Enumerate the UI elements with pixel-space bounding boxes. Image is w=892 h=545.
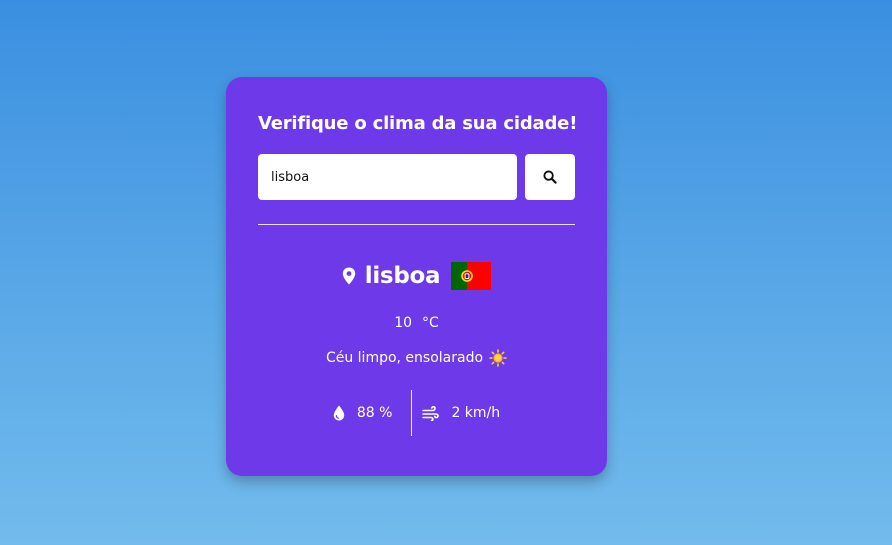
city-header: lisboa <box>226 261 607 291</box>
sun-icon <box>489 349 507 367</box>
map-pin-icon <box>342 267 356 285</box>
wind: 2 km/h <box>412 405 500 421</box>
temperature-unit: °C <box>422 315 439 331</box>
card-title: Verifique o clima da sua cidade! <box>258 113 578 134</box>
city-search-input[interactable] <box>258 154 517 200</box>
temperature: 10 °C <box>226 315 607 331</box>
water-drop-icon <box>333 405 345 421</box>
humidity: 88 % <box>333 405 412 421</box>
weather-card: Verifique o clima da sua cidade! lisboa <box>226 77 607 476</box>
search-button[interactable] <box>525 154 575 200</box>
humidity-value: 88 % <box>356 405 393 421</box>
temperature-value: 10 <box>394 315 413 331</box>
wind-value: 2 km/h <box>451 405 501 421</box>
weather-description: Céu limpo, ensolarado <box>226 349 607 367</box>
weather-details: 88 % 2 km/h <box>226 390 607 436</box>
description-text: Céu limpo, ensolarado <box>325 350 484 366</box>
divider <box>258 224 575 225</box>
city-name: lisboa <box>364 263 441 289</box>
portugal-flag-icon <box>451 262 492 290</box>
wind-icon <box>422 405 440 421</box>
search-icon <box>543 170 557 184</box>
